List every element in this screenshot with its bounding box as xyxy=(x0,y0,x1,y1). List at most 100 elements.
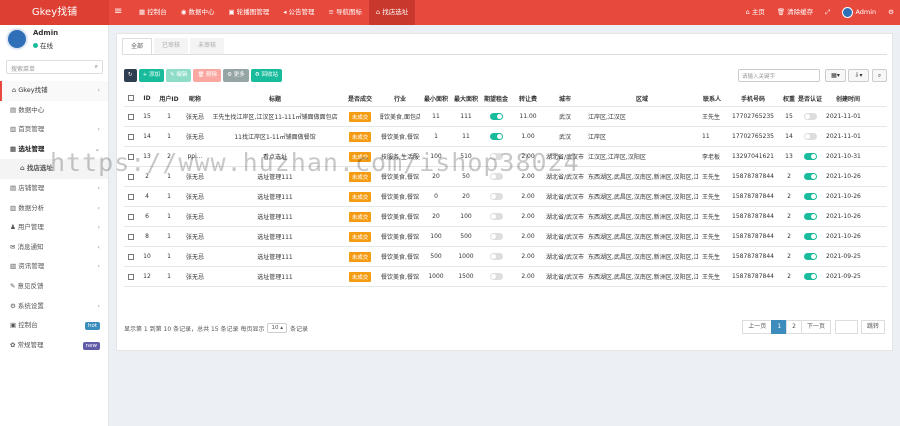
cell-chk xyxy=(124,287,138,290)
table-row[interactable]: 4 1 张无忌 选址管理111 未成交 餐饮美食,餐馆 0 20 2.00 湖北省/武汉市 东西湖区… xyxy=(124,186,887,206)
cert-toggle[interactable] xyxy=(803,193,817,200)
table-row[interactable]: 15 1 张无忌 王先生找江岸区,江汉区11-111㎡铺面做面包店 未成交 餐饮美食,面包… xyxy=(124,106,887,126)
sidebar-item-home[interactable]: ⌂ Gkey找铺 ‹ xyxy=(0,81,108,101)
new-badge: new xyxy=(82,341,100,350)
table-search-input[interactable]: 请输入关键字 xyxy=(738,69,820,82)
jump-button[interactable]: 跳转 xyxy=(860,320,885,334)
page-2-button[interactable]: 2 xyxy=(786,320,802,334)
row-checkbox[interactable] xyxy=(128,133,134,140)
rent-toggle[interactable] xyxy=(489,213,503,220)
row-checkbox[interactable] xyxy=(128,113,134,120)
columns-toggle-button[interactable]: ▦▾ xyxy=(825,69,846,82)
topnav-notice[interactable]: ◂ 公告管理 xyxy=(276,0,321,25)
cell-chk xyxy=(124,227,138,246)
rent-toggle[interactable] xyxy=(489,273,503,280)
user-menu-label: Admin xyxy=(855,8,877,16)
topnav-dashboard[interactable]: ▦ 控制台 xyxy=(132,0,174,25)
hamburger-icon[interactable]: ≡ xyxy=(114,6,122,17)
next-page-button[interactable]: 下一页 xyxy=(800,320,831,334)
cell-industry: 餐饮美食,餐馆 xyxy=(381,254,419,261)
table-search-placeholder: 请输入关键字 xyxy=(742,74,776,80)
sidebar-item-console[interactable]: ▣ 控制台 hot xyxy=(0,316,108,336)
rent-toggle[interactable] xyxy=(489,133,503,140)
row-checkbox[interactable] xyxy=(128,273,134,280)
cell-fee: 11.00 xyxy=(519,113,537,120)
home-link[interactable]: ⌂ 主页 xyxy=(740,0,771,25)
topnav-nav-icons[interactable]: ≡ 导航图标 xyxy=(322,0,370,25)
sidebar-item-shop-manage[interactable]: ▤ 店铺管理 ‹ xyxy=(0,179,108,199)
recycle-bin-button[interactable]: ♻ 回收站 xyxy=(250,69,283,82)
clear-cache-button[interactable]: 🗑 清除缓存 xyxy=(771,0,819,25)
topnav-site-selection[interactable]: ⌂ 找店选址 xyxy=(369,0,416,25)
export-button[interactable]: ⇩▾ xyxy=(848,69,869,82)
settings-button[interactable]: ⚙ xyxy=(882,0,900,25)
topnav-data-center[interactable]: ◉ 数据中心 xyxy=(174,0,222,25)
row-checkbox[interactable] xyxy=(128,213,134,220)
cell-cert xyxy=(798,247,822,266)
rent-toggle[interactable] xyxy=(489,233,503,240)
column-header[interactable] xyxy=(124,90,138,106)
sidebar-item-feedback[interactable]: ✎ 意见反馈 xyxy=(0,277,108,297)
page-1-button[interactable]: 1 xyxy=(771,320,788,334)
select-all-checkbox[interactable] xyxy=(128,95,134,101)
user-menu[interactable]: Admin xyxy=(836,0,882,25)
row-checkbox[interactable] xyxy=(128,253,134,260)
rent-toggle[interactable] xyxy=(489,253,503,260)
cert-toggle[interactable] xyxy=(803,113,817,120)
table-row[interactable]: 11张无忌王先生找江岸区未成交餐饮美食,餐馆1202505.00湖北省/武汉市东… xyxy=(124,286,887,290)
cell-id: 12 xyxy=(143,273,151,280)
cert-toggle[interactable] xyxy=(803,133,817,140)
tab-all[interactable]: 全部 xyxy=(122,38,153,54)
edit-button[interactable]: ✎ 编辑 xyxy=(165,69,192,82)
app-logo[interactable]: Gkey找铺 xyxy=(0,0,109,25)
sidebar-item-messages[interactable]: ✉ 消息通知 ‹ xyxy=(0,238,108,258)
cert-toggle[interactable] xyxy=(803,213,817,220)
cell-id: 6 xyxy=(145,213,149,220)
cert-toggle[interactable] xyxy=(803,233,817,240)
rent-toggle[interactable] xyxy=(489,113,503,120)
cell-uid: 1 xyxy=(167,233,171,240)
refresh-button[interactable]: ↻ xyxy=(124,69,137,82)
sidebar-item-users[interactable]: ♟ 用户管理 ‹ xyxy=(0,218,108,238)
cell-uid: 1 xyxy=(167,133,171,140)
topnav-banner[interactable]: ▣ 轮播图管理 xyxy=(221,0,276,25)
sidebar-item-news[interactable]: ▧ 资讯管理 ‹ xyxy=(0,257,108,277)
cell-created: 2021-10-31 xyxy=(826,153,861,160)
cell-min: 120 xyxy=(422,287,450,290)
table-row[interactable]: 14 1 张无忌 11找江岸区1-11㎡铺面做餐馆 未成交 餐饮美食,餐馆 1 11 1.00 武… xyxy=(124,126,887,146)
prev-page-button[interactable]: 上一页 xyxy=(742,320,773,334)
table-row[interactable]: 8 1 张无忌 选址管理111 未成交 餐饮美食,餐馆 100 500 2.00 湖北省/武汉市东… xyxy=(124,226,887,246)
add-button[interactable]: + 添加 xyxy=(138,69,164,82)
sidebar-search-input[interactable]: 搜索菜单 ⌕ xyxy=(6,60,103,74)
per-page-select[interactable]: 10 ▴ xyxy=(267,323,287,333)
sidebar-item-general[interactable]: ✿ 常规管理 new xyxy=(0,336,108,356)
fullscreen-button[interactable]: ⤢ xyxy=(819,0,836,25)
row-checkbox[interactable] xyxy=(128,193,134,200)
delete-button[interactable]: 🗑 删除 xyxy=(193,69,222,82)
table-row[interactable]: 6 1 张无忌 选址管理111 未成交 餐饮美食,餐馆 20 100 2.00 湖北省/武汉市 东西… xyxy=(124,206,887,226)
tab-pending[interactable]: 未审核 xyxy=(190,38,225,54)
per-page-value: 10 xyxy=(271,325,279,331)
cert-toggle[interactable] xyxy=(803,153,817,160)
sidebar-item-analytics[interactable]: ▥ 数据分析 ‹ xyxy=(0,199,108,219)
advanced-search-button[interactable]: ⌕ xyxy=(872,69,887,82)
table-row[interactable]: 10 1 张无忌 选址管理111 未成交 餐饮美食,餐馆 500 1000 2.00 湖北省/武汉… xyxy=(124,246,887,266)
cell-id: 1 xyxy=(140,287,154,290)
sidebar-item-home-manage[interactable]: ▥ 首页管理 ‹ xyxy=(0,120,108,140)
cell-phone: 17702765235 xyxy=(732,133,774,140)
column-header: 标题 xyxy=(268,95,281,103)
more-button[interactable]: ⚙ 更多 xyxy=(223,69,249,82)
cell-fee: 2.00 xyxy=(521,253,535,260)
rent-toggle[interactable] xyxy=(489,193,503,200)
table-row[interactable]: 12 1 张无忌 选址管理111 未成交 餐饮美食,餐馆 1000 1500 2.00 湖北省/武… xyxy=(124,266,887,286)
sidebar-item-data-center[interactable]: ▤ 数据中心 xyxy=(0,101,108,121)
page-jump-input[interactable] xyxy=(834,320,858,334)
sidebar-item-label: 首页管理 xyxy=(18,125,45,134)
cert-toggle[interactable] xyxy=(803,273,817,280)
tab-divider xyxy=(122,54,887,55)
cert-toggle[interactable] xyxy=(803,173,817,180)
sidebar-item-settings[interactable]: ⚙ 系统设置 ‹ xyxy=(0,297,108,317)
row-checkbox[interactable] xyxy=(128,233,134,240)
tab-approved[interactable]: 已审核 xyxy=(154,38,189,54)
cert-toggle[interactable] xyxy=(803,253,817,260)
